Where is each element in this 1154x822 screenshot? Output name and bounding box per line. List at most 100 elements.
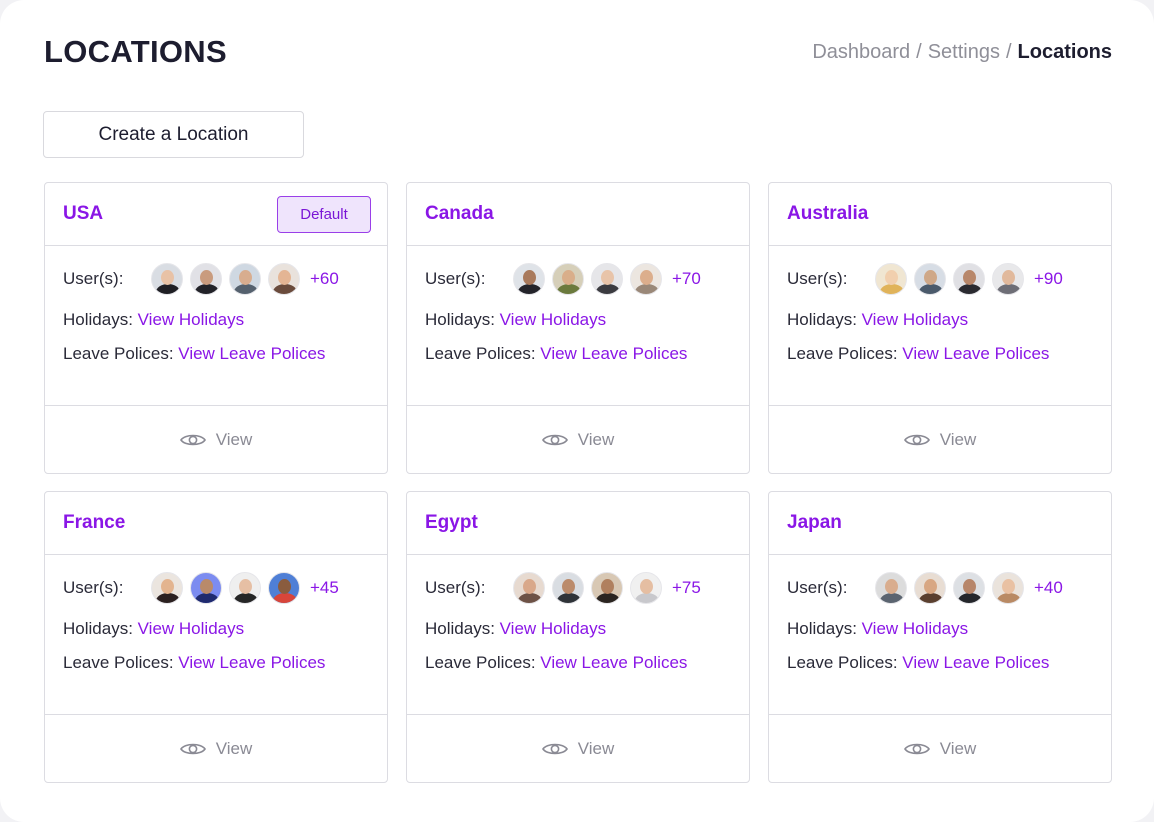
view-leave-policies-link[interactable]: View Leave Polices: [540, 344, 687, 363]
location-card-japan: Japan User(s): +40 Holidays: View Holida…: [768, 491, 1112, 783]
users-row: User(s): +70: [425, 262, 731, 296]
users-label: User(s):: [63, 269, 124, 288]
view-label: View: [939, 429, 977, 449]
create-location-button[interactable]: Create a Location: [43, 111, 304, 158]
breadcrumb: Dashboard / Settings / Locations: [812, 41, 1112, 64]
avatar: [513, 572, 545, 604]
avatar: [151, 263, 183, 295]
view-holidays-link[interactable]: View Holidays: [862, 619, 968, 638]
page-title: LOCATIONS: [44, 34, 227, 69]
view-button[interactable]: View: [407, 715, 749, 782]
avatar-group: [513, 263, 669, 295]
avatar: [992, 263, 1024, 295]
more-users-count[interactable]: +70: [672, 269, 701, 289]
users-label: User(s):: [425, 269, 486, 288]
avatar: [591, 263, 623, 295]
breadcrumb-settings[interactable]: Settings: [928, 41, 1000, 63]
breadcrumb-separator: /: [916, 41, 922, 63]
users-label: User(s):: [787, 578, 848, 597]
locations-grid: USA Default User(s): +60 Holidays: View …: [44, 182, 1112, 783]
view-holidays-link[interactable]: View Holidays: [138, 619, 244, 638]
holidays-row: Holidays: View Holidays: [787, 310, 1093, 330]
location-name: France: [63, 512, 126, 533]
avatar-group: [151, 572, 307, 604]
card-body: User(s): +75 Holidays: View Holidays Lea…: [407, 555, 749, 715]
holidays-row: Holidays: View Holidays: [63, 619, 369, 639]
location-card-france: France User(s): +45 Holidays: View Holid…: [44, 491, 388, 783]
avatar: [630, 263, 662, 295]
avatar: [229, 263, 261, 295]
location-name: Japan: [787, 512, 842, 533]
location-name: Australia: [787, 203, 869, 224]
avatar: [229, 572, 261, 604]
avatar: [914, 572, 946, 604]
more-users-count[interactable]: +75: [672, 578, 701, 598]
avatar: [552, 572, 584, 604]
breadcrumb-separator: /: [1005, 41, 1012, 63]
avatar-group: [875, 263, 1031, 295]
avatar: [953, 263, 985, 295]
more-users-count[interactable]: +60: [310, 269, 339, 289]
view-leave-policies-link[interactable]: View Leave Polices: [178, 653, 325, 672]
card-header: Egypt: [407, 492, 749, 555]
more-users-count[interactable]: +90: [1034, 269, 1063, 289]
card-body: User(s): +40 Holidays: View Holidays Lea…: [769, 555, 1111, 715]
view-label: View: [215, 429, 253, 449]
card-header: USA Default: [45, 183, 387, 246]
view-button[interactable]: View: [407, 406, 749, 473]
more-users-count[interactable]: +45: [310, 578, 339, 598]
eye-icon: [541, 743, 568, 754]
avatar: [875, 572, 907, 604]
users-row: User(s): +90: [787, 262, 1093, 296]
avatar: [914, 263, 946, 295]
holidays-label: Holidays:: [787, 310, 862, 329]
view-button[interactable]: View: [45, 715, 387, 782]
card-body: User(s): +60 Holidays: View Holidays Lea…: [45, 246, 387, 406]
leave-policies-label: Leave Polices:: [63, 344, 179, 363]
view-holidays-link[interactable]: View Holidays: [862, 310, 968, 329]
location-name: Canada: [425, 203, 494, 224]
avatar: [591, 572, 623, 604]
view-label: View: [577, 429, 615, 449]
holidays-label: Holidays:: [63, 310, 138, 329]
holidays-row: Holidays: View Holidays: [787, 619, 1093, 639]
leave-policies-row: Leave Polices: View Leave Polices: [425, 653, 731, 673]
avatar: [875, 263, 907, 295]
leave-policies-row: Leave Polices: View Leave Polices: [63, 344, 369, 364]
leave-policies-row: Leave Polices: View Leave Polices: [63, 653, 369, 673]
holidays-label: Holidays:: [425, 619, 500, 638]
eye-icon: [903, 434, 930, 445]
eye-icon: [903, 743, 930, 754]
view-holidays-link[interactable]: View Holidays: [500, 310, 606, 329]
eye-icon: [179, 434, 206, 445]
card-header: Canada: [407, 183, 749, 246]
avatar-group: [875, 572, 1031, 604]
view-leave-policies-link[interactable]: View Leave Polices: [902, 344, 1049, 363]
leave-policies-row: Leave Polices: View Leave Polices: [425, 344, 731, 364]
view-leave-policies-link[interactable]: View Leave Polices: [902, 653, 1049, 672]
view-holidays-link[interactable]: View Holidays: [138, 310, 244, 329]
avatar: [268, 263, 300, 295]
view-button[interactable]: View: [769, 715, 1111, 782]
leave-policies-label: Leave Polices:: [63, 653, 179, 672]
default-badge[interactable]: Default: [277, 195, 371, 233]
view-leave-policies-link[interactable]: View Leave Polices: [540, 653, 687, 672]
view-leave-policies-link[interactable]: View Leave Polices: [178, 344, 325, 363]
more-users-count[interactable]: +40: [1034, 578, 1063, 598]
location-card-usa: USA Default User(s): +60 Holidays: View …: [44, 182, 388, 474]
view-label: View: [939, 738, 977, 758]
card-header: France: [45, 492, 387, 555]
breadcrumb-dashboard[interactable]: Dashboard: [812, 41, 910, 63]
avatar: [268, 572, 300, 604]
location-card-canada: Canada User(s): +70 Holidays: View Holid…: [406, 182, 750, 474]
users-row: User(s): +75: [425, 571, 731, 605]
holidays-label: Holidays:: [787, 619, 862, 638]
location-card-australia: Australia User(s): +90 Holidays: View Ho…: [768, 182, 1112, 474]
view-button[interactable]: View: [769, 406, 1111, 473]
card-body: User(s): +45 Holidays: View Holidays Lea…: [45, 555, 387, 715]
view-button[interactable]: View: [45, 406, 387, 473]
avatar: [552, 263, 584, 295]
avatar-group: [513, 572, 669, 604]
users-row: User(s): +60: [63, 262, 369, 296]
view-holidays-link[interactable]: View Holidays: [500, 619, 606, 638]
